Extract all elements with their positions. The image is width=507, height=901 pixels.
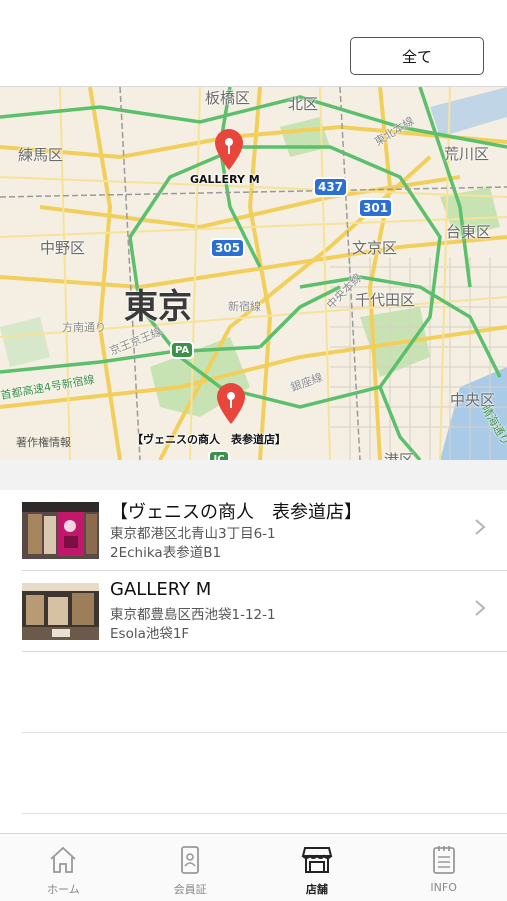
list-separator bbox=[22, 813, 507, 814]
store-icon bbox=[301, 847, 333, 873]
map-pin-label-venice-omotesando: 【ヴェニスの商人 表参道店】 bbox=[132, 433, 286, 446]
store-name: 【ヴェニスの商人 表参道店】 bbox=[110, 502, 362, 523]
store-address-line2: Esola池袋1F bbox=[110, 626, 190, 642]
tab-member-card[interactable]: 会員証 bbox=[127, 834, 254, 901]
route-shield-437: 437 bbox=[313, 177, 349, 197]
store-address-line1: 東京都港区北青山3丁目6-1 bbox=[110, 526, 276, 542]
chevron-right-icon bbox=[475, 519, 486, 535]
tab-label: ホーム bbox=[47, 883, 80, 896]
store-map[interactable]: 板橋区 北区 練馬区 荒川区 中野区 文京区 台東区 東京 千代田区 中央区 港… bbox=[0, 87, 507, 460]
store-row-venice-omotesando[interactable]: 【ヴェニスの商人 表参道店】 東京都港区北青山3丁目6-1 2Echika表参道… bbox=[22, 490, 507, 571]
map-label-chiyoda: 千代田区 bbox=[355, 291, 416, 309]
route-shield-301: 301 bbox=[358, 198, 394, 218]
tab-label: 会員証 bbox=[173, 883, 207, 896]
store-thumbnail bbox=[22, 502, 99, 559]
route-shield-jc: JC bbox=[208, 450, 230, 460]
tab-info[interactable]: INFO bbox=[380, 834, 507, 901]
chevron-right-icon bbox=[475, 600, 486, 616]
tab-stores[interactable]: 店舗 bbox=[254, 834, 381, 901]
map-label-nakano: 中野区 bbox=[40, 239, 86, 257]
map-label-minato: 港区 bbox=[384, 451, 415, 460]
list-separator bbox=[22, 732, 507, 733]
store-list: 【ヴェニスの商人 表参道店】 東京都港区北青山3丁目6-1 2Echika表参道… bbox=[0, 490, 507, 652]
map-label-shinjuku-line: 新宿線 bbox=[228, 300, 261, 313]
tab-home[interactable]: ホーム bbox=[0, 834, 127, 901]
store-thumbnail bbox=[22, 583, 99, 640]
map-label-taito: 台東区 bbox=[446, 223, 492, 241]
route-shield-pa: PA bbox=[170, 341, 195, 359]
map-label-kita: 北区 bbox=[288, 95, 319, 113]
store-address-line1: 東京都豊島区西池袋1-12-1 bbox=[110, 607, 276, 623]
section-gap bbox=[0, 460, 507, 490]
tab-label: INFO bbox=[430, 881, 457, 894]
store-address-line2: 2Echika表参道B1 bbox=[110, 545, 222, 561]
map-background bbox=[0, 87, 507, 460]
route-shield-305: 305 bbox=[210, 238, 246, 258]
info-document-icon bbox=[432, 846, 455, 874]
store-address: 東京都港区北青山3丁目6-1 2Echika表参道B1 bbox=[110, 525, 276, 563]
tab-label: 店舗 bbox=[305, 883, 328, 896]
store-row-gallery-m[interactable]: GALLERY M 東京都豊島区西池袋1-12-1 Esola池袋1F bbox=[22, 571, 507, 652]
map-label-arakawa: 荒川区 bbox=[444, 145, 490, 163]
map-label-tokyo: 東京 bbox=[124, 287, 192, 327]
filter-all-button[interactable]: 全て bbox=[350, 37, 484, 75]
map-label-hoonan: 方南通り bbox=[62, 321, 106, 334]
map-pin-gallery-m[interactable] bbox=[212, 127, 246, 171]
top-bar: 全て bbox=[0, 0, 507, 87]
store-address: 東京都豊島区西池袋1-12-1 Esola池袋1F bbox=[110, 606, 276, 644]
map-label-nerima: 練馬区 bbox=[18, 146, 64, 164]
home-icon bbox=[50, 846, 76, 873]
map-pin-label-gallery-m: GALLERY M bbox=[190, 173, 260, 186]
map-label-itabashi: 板橋区 bbox=[205, 89, 251, 107]
map-label-bunkyo: 文京区 bbox=[352, 239, 398, 257]
map-attribution-link[interactable]: 著作権情報 bbox=[16, 434, 71, 450]
store-name: GALLERY M bbox=[110, 579, 212, 600]
tab-bar: ホーム 会員証 店舗 INFO bbox=[0, 833, 507, 901]
member-card-icon bbox=[181, 846, 200, 874]
map-pin-venice-omotesando[interactable] bbox=[214, 381, 248, 425]
